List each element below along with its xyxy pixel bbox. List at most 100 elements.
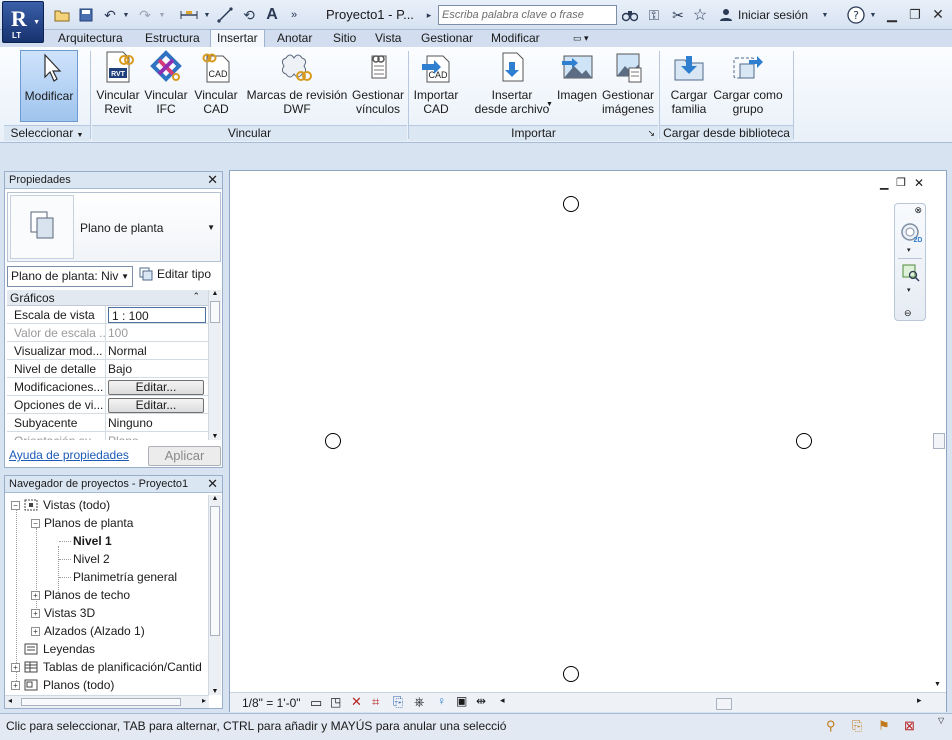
redo-dropdown-icon[interactable]: ▼ <box>157 5 167 25</box>
drawing-area[interactable]: ▁ ❐ ✕ ⊗ 2D ▾ ▾ ⊖ ▼ 1/8" = 1'-0" ▭ ◳ ✕ ⌗ … <box>229 170 947 712</box>
reveal-hidden-icon[interactable]: ⇹ <box>476 694 486 708</box>
minimize-icon[interactable]: ▁ <box>880 4 904 25</box>
collapse-node-icon[interactable]: − <box>11 500 20 510</box>
search-input[interactable]: Escriba palabra clave o frase <box>438 5 617 25</box>
tree-node-site-plan[interactable]: Planimetría general <box>73 570 177 584</box>
redo-icon[interactable]: ↷ <box>135 5 155 25</box>
elevation-marker-north[interactable] <box>563 196 579 212</box>
tree-node-sheets[interactable]: + Planos (todo) <box>11 678 114 692</box>
tab-gestionar[interactable]: Gestionar <box>421 31 473 45</box>
prop-value[interactable]: Bajo <box>106 360 220 377</box>
measure-icon[interactable] <box>215 5 235 25</box>
measure-dropdown-icon[interactable]: ▼ <box>202 5 212 25</box>
binoculars-icon[interactable] <box>620 5 640 25</box>
show-crop-icon[interactable]: ⎈ <box>414 694 424 710</box>
browser-scrollbar[interactable]: ▲ ▼ <box>208 495 221 695</box>
default-3d-view-icon[interactable]: ⟲ <box>239 5 259 25</box>
communication-center-icon[interactable]: ✂ <box>668 5 688 25</box>
load-as-group-button[interactable]: Cargar como grupo <box>712 50 784 122</box>
sign-in-button[interactable]: Iniciar sesión <box>738 8 808 22</box>
dwf-markups-button[interactable]: Marcas de revisión DWF <box>246 50 348 122</box>
shadows-icon[interactable]: ⌗ <box>372 694 379 710</box>
tab-sitio[interactable]: Sitio <box>333 31 356 45</box>
elevation-marker-west[interactable] <box>325 433 341 449</box>
edit-type-button[interactable]: Editar tipo <box>139 267 211 281</box>
view-close-icon[interactable]: ✕ <box>914 176 924 190</box>
canvas-vscrollbar[interactable]: ▼ <box>930 171 946 692</box>
tree-node-views[interactable]: − Vistas (todo) <box>11 498 110 512</box>
undo-icon[interactable]: ↶ <box>100 5 120 25</box>
elevation-marker-east[interactable] <box>796 433 812 449</box>
modify-button[interactable]: Modificar <box>20 50 78 122</box>
filter-icon[interactable]: ▽ <box>938 716 944 725</box>
close-icon[interactable]: ✕ <box>207 172 218 188</box>
type-selector[interactable]: Plano de planta ▼ <box>7 192 221 262</box>
tree-node-schedules[interactable]: + Tablas de planificación/Cantid <box>11 660 202 674</box>
select-underlay-icon[interactable]: ⎘ <box>852 718 862 734</box>
image-button[interactable]: Imagen <box>554 50 600 122</box>
open-icon[interactable] <box>52 5 72 25</box>
collapse-node-icon[interactable]: − <box>31 518 40 528</box>
scroll-down-icon[interactable]: ▼ <box>209 688 221 695</box>
load-family-button[interactable]: Cargar familia <box>664 50 714 122</box>
scroll-right-icon[interactable]: ▸ <box>202 696 206 705</box>
expand-node-icon[interactable]: + <box>31 590 40 600</box>
help-icon[interactable]: ? <box>844 5 868 25</box>
ribbon-minimize-icon[interactable]: ▭ ▾ <box>573 33 589 44</box>
group-graphics[interactable]: Gráficos ⌃ <box>7 290 220 306</box>
scroll-left-icon[interactable]: ◂ <box>8 696 12 705</box>
tree-node-3d-views[interactable]: + Vistas 3D <box>31 606 95 620</box>
scroll-thumb[interactable] <box>210 301 220 323</box>
import-cad-button[interactable]: CAD Importar CAD <box>410 50 462 122</box>
undo-dropdown-icon[interactable]: ▼ <box>121 5 131 25</box>
close-window-icon[interactable]: ✕ <box>926 4 950 25</box>
chevron-down-icon[interactable]: ▾ <box>907 246 911 254</box>
insert-dropdown-icon[interactable]: ▼ <box>546 101 553 108</box>
visual-style-icon[interactable]: ◳ <box>330 695 341 709</box>
select-by-face-icon[interactable]: ⊠ <box>904 718 915 734</box>
zoom-region-icon[interactable] <box>902 264 920 282</box>
scroll-thumb[interactable] <box>210 506 220 636</box>
properties-scrollbar[interactable]: ▲ ▼ <box>208 290 221 440</box>
dialog-launcher-icon[interactable]: ↘ <box>647 126 655 141</box>
scroll-thumb[interactable] <box>933 433 945 449</box>
scroll-down-icon[interactable]: ▼ <box>209 433 221 440</box>
view-restore-icon[interactable]: ❐ <box>896 176 906 189</box>
expand-node-icon[interactable]: + <box>31 608 40 618</box>
scroll-up-icon[interactable]: ▲ <box>209 495 221 502</box>
manage-links-button[interactable]: Gestionar vínculos <box>350 50 406 122</box>
manage-images-button[interactable]: Gestionar imágenes <box>600 50 656 122</box>
tab-anotar[interactable]: Anotar <box>277 31 312 45</box>
more-tools-icon[interactable]: » <box>286 5 302 25</box>
expand-node-icon[interactable]: + <box>31 626 40 636</box>
scroll-thumb[interactable] <box>21 698 181 706</box>
link-ifc-button[interactable]: Vincular IFC <box>143 50 189 122</box>
tab-arquitectura[interactable]: Arquitectura <box>58 31 123 45</box>
instance-filter-select[interactable]: Plano de planta: Niv ▼ <box>7 266 133 287</box>
edit-view-options-button[interactable]: Editar... <box>108 398 204 413</box>
chevron-down-icon[interactable]: ▾ <box>907 286 911 294</box>
elevation-marker-south[interactable] <box>563 666 579 682</box>
prop-value[interactable]: Normal <box>106 342 220 359</box>
tab-estructura[interactable]: Estructura <box>145 31 200 45</box>
scroll-right-icon[interactable]: ▸ <box>917 695 922 706</box>
crop-view-icon[interactable]: ⎘ <box>393 694 403 710</box>
prop-value[interactable]: Plano <box>106 432 220 440</box>
canvas-hscrollbar[interactable] <box>502 698 930 710</box>
panel-select[interactable]: Seleccionar ▼ <box>4 125 90 141</box>
save-icon[interactable] <box>76 5 96 25</box>
select-links-icon[interactable]: ⚲ <box>826 718 836 734</box>
properties-help-link[interactable]: Ayuda de propiedades <box>9 448 129 462</box>
detail-level-icon[interactable]: ▭ <box>310 695 322 711</box>
sun-path-icon[interactable]: ✕ <box>351 694 362 710</box>
scroll-up-icon[interactable]: ▲ <box>209 290 221 297</box>
tab-modificar[interactable]: Modificar <box>491 31 540 45</box>
prop-value[interactable]: Ninguno <box>106 414 220 431</box>
tree-node-floor-plans[interactable]: − Planos de planta <box>31 516 133 530</box>
view-scale[interactable]: 1/8" = 1'-0" <box>242 696 301 710</box>
favorites-star-icon[interactable]: ☆ <box>690 5 710 25</box>
tree-node-level-1[interactable]: Nivel 1 <box>73 534 112 548</box>
navbar-options-icon[interactable]: ⊖ <box>904 308 912 319</box>
expand-node-icon[interactable]: + <box>11 662 20 672</box>
close-icon[interactable]: ⊗ <box>914 205 922 216</box>
